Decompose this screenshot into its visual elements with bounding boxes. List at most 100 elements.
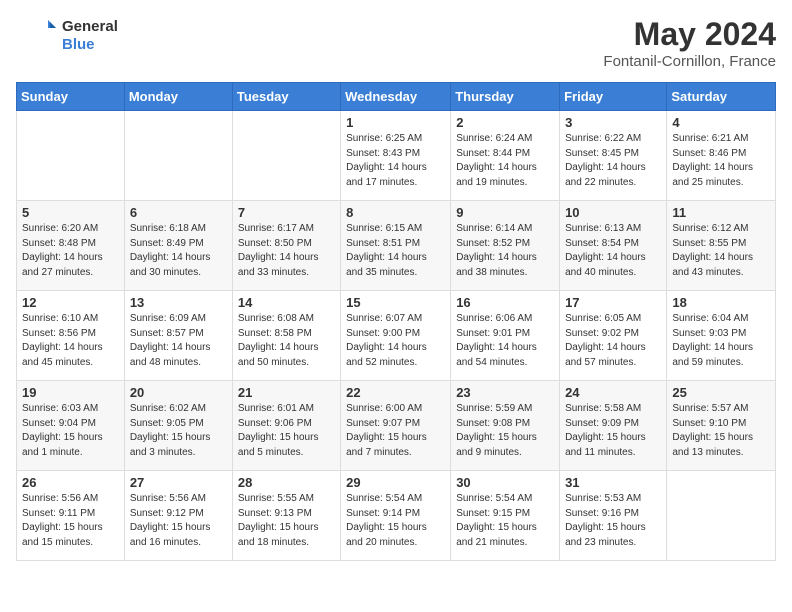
day-info: Sunrise: 5:54 AM Sunset: 9:15 PM Dayligh… — [456, 492, 554, 550]
day-number: 31 — [565, 475, 661, 490]
day-number: 21 — [238, 385, 335, 400]
weekday-header-sunday: Sunday — [17, 83, 125, 111]
day-number: 24 — [565, 385, 661, 400]
calendar-cell: 21 Sunrise: 6:01 AM Sunset: 9:06 PM Dayli… — [232, 381, 340, 471]
day-number: 23 — [456, 385, 554, 400]
weekday-header-wednesday: Wednesday — [341, 83, 451, 111]
page-header: General Blue May 2024 Fontanil-Cornillon… — [16, 16, 776, 70]
day-info: Sunrise: 6:08 AM Sunset: 8:58 PM Dayligh… — [238, 312, 335, 370]
day-number: 7 — [238, 205, 335, 220]
day-info: Sunrise: 5:56 AM Sunset: 9:12 PM Dayligh… — [130, 492, 227, 550]
day-info: Sunrise: 5:54 AM Sunset: 9:14 PM Dayligh… — [346, 492, 445, 550]
day-info: Sunrise: 6:00 AM Sunset: 9:07 PM Dayligh… — [346, 402, 445, 460]
calendar-cell: 28 Sunrise: 5:55 AM Sunset: 9:13 PM Dayli… — [232, 471, 340, 561]
week-row-1: 1Sunrise: 6:25 AM Sunset: 8:43 PM Daylig… — [17, 111, 776, 201]
calendar-table: SundayMondayTuesdayWednesdayThursdayFrid… — [16, 82, 776, 561]
day-number: 10 — [565, 205, 661, 220]
calendar-cell: 14 Sunrise: 6:08 AM Sunset: 8:58 PM Dayli… — [232, 291, 340, 381]
day-info: Sunrise: 6:02 AM Sunset: 9:05 PM Dayligh… — [130, 402, 227, 460]
day-number: 8 — [346, 205, 445, 220]
week-row-4: 19 Sunrise: 6:03 AM Sunset: 9:04 PM Dayli… — [17, 381, 776, 471]
day-number: 1 — [346, 115, 445, 130]
day-info: Sunrise: 6:10 AM Sunset: 8:56 PM Dayligh… — [22, 312, 119, 370]
day-info: Sunrise: 6:15 AM Sunset: 8:51 PM Dayligh… — [346, 222, 445, 280]
calendar-cell: 6 Sunrise: 6:18 AM Sunset: 8:49 PM Daylig… — [124, 201, 232, 291]
calendar-cell: 7 Sunrise: 6:17 AM Sunset: 8:50 PM Daylig… — [232, 201, 340, 291]
weekday-header-row: SundayMondayTuesdayWednesdayThursdayFrid… — [17, 83, 776, 111]
calendar-cell: 20Sunrise: 6:02 AM Sunset: 9:05 PM Dayli… — [124, 381, 232, 471]
day-number: 9 — [456, 205, 554, 220]
day-info: Sunrise: 6:17 AM Sunset: 8:50 PM Dayligh… — [238, 222, 335, 280]
day-number: 26 — [22, 475, 119, 490]
calendar-cell: 13Sunrise: 6:09 AM Sunset: 8:57 PM Dayli… — [124, 291, 232, 381]
day-info: Sunrise: 6:18 AM Sunset: 8:49 PM Dayligh… — [130, 222, 227, 280]
title-block: May 2024 Fontanil-Cornillon, France — [603, 16, 776, 70]
day-info: Sunrise: 6:21 AM Sunset: 8:46 PM Dayligh… — [672, 132, 770, 190]
week-row-3: 12 Sunrise: 6:10 AM Sunset: 8:56 PM Dayli… — [17, 291, 776, 381]
calendar-cell: 16 Sunrise: 6:06 AM Sunset: 9:01 PM Dayli… — [451, 291, 560, 381]
day-info: Sunrise: 6:24 AM Sunset: 8:44 PM Dayligh… — [456, 132, 554, 190]
calendar-cell: 12 Sunrise: 6:10 AM Sunset: 8:56 PM Dayli… — [17, 291, 125, 381]
calendar-cell: 5 Sunrise: 6:20 AM Sunset: 8:48 PM Daylig… — [17, 201, 125, 291]
weekday-header-monday: Monday — [124, 83, 232, 111]
calendar-cell: 9Sunrise: 6:14 AM Sunset: 8:52 PM Daylig… — [451, 201, 560, 291]
day-number: 25 — [672, 385, 770, 400]
day-info: Sunrise: 6:05 AM Sunset: 9:02 PM Dayligh… — [565, 312, 661, 370]
calendar-cell: 1Sunrise: 6:25 AM Sunset: 8:43 PM Daylig… — [341, 111, 451, 201]
week-row-5: 26 Sunrise: 5:56 AM Sunset: 9:11 PM Dayli… — [17, 471, 776, 561]
calendar-cell: 3Sunrise: 6:22 AM Sunset: 8:45 PM Daylig… — [560, 111, 667, 201]
day-number: 6 — [130, 205, 227, 220]
day-info: Sunrise: 6:20 AM Sunset: 8:48 PM Dayligh… — [22, 222, 119, 280]
day-number: 28 — [238, 475, 335, 490]
day-number: 17 — [565, 295, 661, 310]
day-number: 4 — [672, 115, 770, 130]
day-info: Sunrise: 5:57 AM Sunset: 9:10 PM Dayligh… — [672, 402, 770, 460]
day-info: Sunrise: 5:53 AM Sunset: 9:16 PM Dayligh… — [565, 492, 661, 550]
day-number: 13 — [130, 295, 227, 310]
day-number: 19 — [22, 385, 119, 400]
day-number: 22 — [346, 385, 445, 400]
calendar-cell: 27 Sunrise: 5:56 AM Sunset: 9:12 PM Dayli… — [124, 471, 232, 561]
day-info: Sunrise: 6:06 AM Sunset: 9:01 PM Dayligh… — [456, 312, 554, 370]
calendar-cell: 19 Sunrise: 6:03 AM Sunset: 9:04 PM Dayli… — [17, 381, 125, 471]
calendar-cell — [232, 111, 340, 201]
calendar-cell: 15Sunrise: 6:07 AM Sunset: 9:00 PM Dayli… — [341, 291, 451, 381]
logo-general: General — [62, 18, 118, 36]
day-number: 30 — [456, 475, 554, 490]
calendar-cell — [667, 471, 776, 561]
calendar-cell: 2Sunrise: 6:24 AM Sunset: 8:44 PM Daylig… — [451, 111, 560, 201]
location-subtitle: Fontanil-Cornillon, France — [603, 53, 776, 70]
day-info: Sunrise: 6:12 AM Sunset: 8:55 PM Dayligh… — [672, 222, 770, 280]
calendar-cell: 4 Sunrise: 6:21 AM Sunset: 8:46 PM Daylig… — [667, 111, 776, 201]
day-number: 14 — [238, 295, 335, 310]
month-year-title: May 2024 — [603, 16, 776, 53]
day-info: Sunrise: 6:22 AM Sunset: 8:45 PM Dayligh… — [565, 132, 661, 190]
calendar-cell: 8 Sunrise: 6:15 AM Sunset: 8:51 PM Daylig… — [341, 201, 451, 291]
day-number: 18 — [672, 295, 770, 310]
day-number: 5 — [22, 205, 119, 220]
day-info: Sunrise: 5:58 AM Sunset: 9:09 PM Dayligh… — [565, 402, 661, 460]
weekday-header-friday: Friday — [560, 83, 667, 111]
day-number: 12 — [22, 295, 119, 310]
day-number: 27 — [130, 475, 227, 490]
weekday-header-saturday: Saturday — [667, 83, 776, 111]
calendar-cell: 30 Sunrise: 5:54 AM Sunset: 9:15 PM Dayli… — [451, 471, 560, 561]
day-info: Sunrise: 5:59 AM Sunset: 9:08 PM Dayligh… — [456, 402, 554, 460]
day-info: Sunrise: 5:55 AM Sunset: 9:13 PM Dayligh… — [238, 492, 335, 550]
day-info: Sunrise: 6:13 AM Sunset: 8:54 PM Dayligh… — [565, 222, 661, 280]
day-number: 29 — [346, 475, 445, 490]
day-info: Sunrise: 6:01 AM Sunset: 9:06 PM Dayligh… — [238, 402, 335, 460]
calendar-cell: 17 Sunrise: 6:05 AM Sunset: 9:02 PM Dayli… — [560, 291, 667, 381]
day-number: 16 — [456, 295, 554, 310]
calendar-cell: 10 Sunrise: 6:13 AM Sunset: 8:54 PM Dayli… — [560, 201, 667, 291]
day-info: Sunrise: 6:03 AM Sunset: 9:04 PM Dayligh… — [22, 402, 119, 460]
weekday-header-tuesday: Tuesday — [232, 83, 340, 111]
calendar-cell: 31 Sunrise: 5:53 AM Sunset: 9:16 PM Dayli… — [560, 471, 667, 561]
calendar-cell: 23 Sunrise: 5:59 AM Sunset: 9:08 PM Dayli… — [451, 381, 560, 471]
logo: General Blue — [16, 16, 118, 56]
day-info: Sunrise: 5:56 AM Sunset: 9:11 PM Dayligh… — [22, 492, 119, 550]
calendar-cell: 26 Sunrise: 5:56 AM Sunset: 9:11 PM Dayli… — [17, 471, 125, 561]
calendar-cell — [124, 111, 232, 201]
weekday-header-thursday: Thursday — [451, 83, 560, 111]
day-number: 15 — [346, 295, 445, 310]
